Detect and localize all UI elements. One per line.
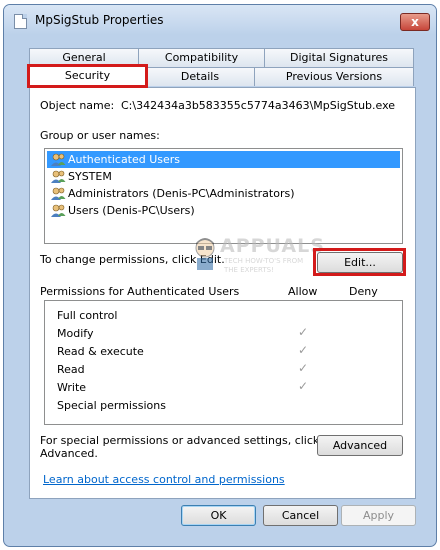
document-icon	[14, 14, 27, 29]
user-name: Administrators (Denis-PC\Administrators)	[68, 187, 295, 200]
tab-general[interactable]: General	[29, 48, 139, 67]
user-name: Users (Denis-PC\Users)	[68, 204, 195, 217]
learn-access-control-link[interactable]: Learn about access control and permissio…	[43, 473, 285, 486]
mascot-icon	[195, 238, 215, 270]
object-name-label: Object name:	[40, 99, 115, 112]
tab-digital-signatures[interactable]: Digital Signatures	[264, 48, 414, 67]
special-permissions-text-1: For special permissions or advanced sett…	[40, 434, 320, 447]
permission-full-control: Full control	[57, 309, 118, 322]
watermark-tagline-1: TECH HOW-TO'S FROM	[224, 257, 304, 265]
permission-read-execute: Read & execute	[57, 345, 144, 358]
permission-special: Special permissions	[57, 399, 166, 412]
tab-previous-versions[interactable]: Previous Versions	[254, 67, 414, 86]
allow-modify-check-icon: ✓	[298, 325, 309, 339]
apply-button[interactable]: Apply	[341, 505, 416, 526]
security-panel: Object name: C:\342434a3b583355c5774a346…	[29, 87, 416, 499]
permission-modify: Modify	[57, 327, 94, 340]
close-button[interactable]: x	[400, 13, 430, 31]
group-names-label: Group or user names:	[40, 129, 160, 142]
tab-details[interactable]: Details	[145, 67, 255, 86]
special-permissions-text-2: Advanced.	[40, 447, 98, 460]
permission-read: Read	[57, 363, 85, 376]
list-item[interactable]: Authenticated Users	[47, 151, 400, 168]
allow-read-check-icon: ✓	[298, 361, 309, 375]
properties-window: MpSigStub Properties x General Compatibi…	[3, 4, 437, 547]
advanced-button[interactable]: Advanced	[317, 435, 403, 456]
permissions-list: Full control Modify Read & execute Read …	[44, 300, 403, 425]
watermark-tagline-2: THE EXPERTS!	[224, 266, 274, 274]
allow-column-header: Allow	[288, 285, 318, 298]
ok-button[interactable]: OK	[181, 505, 256, 526]
users-listbox[interactable]: Authenticated Users SYSTEM Administrator…	[44, 148, 403, 244]
allow-write-check-icon: ✓	[298, 379, 309, 393]
list-item[interactable]: Users (Denis-PC\Users)	[47, 202, 400, 219]
tab-security[interactable]: Security	[29, 66, 146, 87]
list-item[interactable]: Administrators (Denis-PC\Administrators)	[47, 185, 400, 202]
cancel-button[interactable]: Cancel	[263, 505, 338, 526]
permissions-header: Permissions for Authenticated Users	[40, 285, 240, 298]
users-icon	[51, 153, 66, 166]
deny-column-header: Deny	[349, 285, 378, 298]
allow-read-execute-check-icon: ✓	[298, 343, 309, 357]
edit-button[interactable]: Edit...	[317, 252, 403, 273]
users-icon	[51, 187, 66, 200]
watermark-brand: APPUALS	[220, 235, 325, 257]
users-icon	[51, 170, 66, 183]
object-name-value: C:\342434a3b583355c5774a3463\MpSigStub.e…	[121, 99, 396, 112]
list-item[interactable]: SYSTEM	[47, 168, 400, 185]
user-name: Authenticated Users	[68, 153, 181, 166]
window-title: MpSigStub Properties	[35, 13, 164, 27]
user-name: SYSTEM	[68, 170, 112, 183]
users-icon	[51, 204, 66, 217]
tab-compatibility[interactable]: Compatibility	[138, 48, 265, 67]
title-bar[interactable]: MpSigStub Properties x	[4, 5, 436, 35]
permission-write: Write	[57, 381, 87, 394]
